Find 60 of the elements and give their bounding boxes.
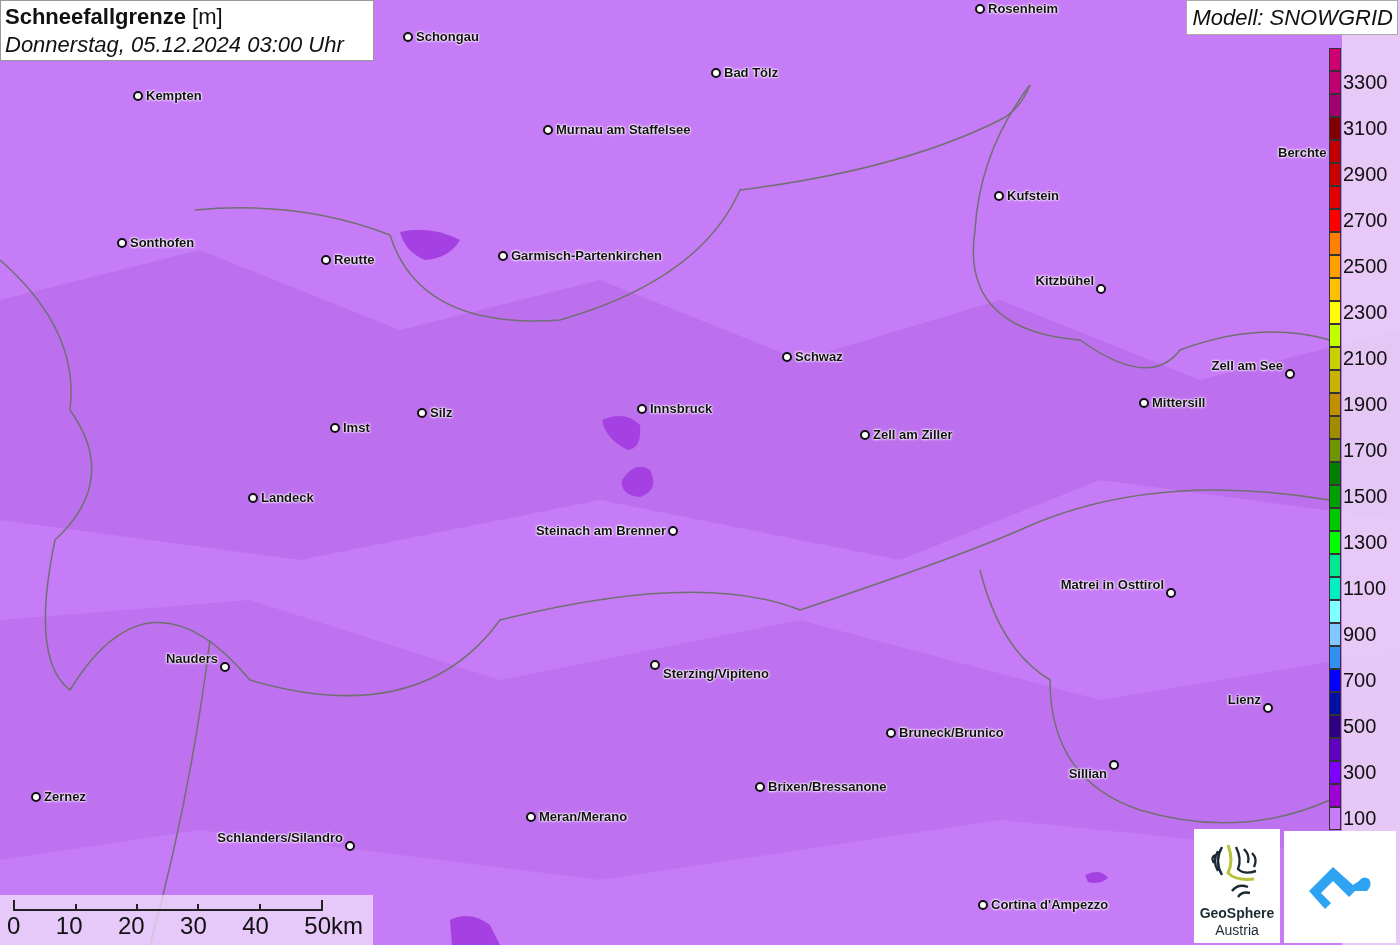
city-label: Kempten [146,87,202,105]
legend-value: 1900 [1343,393,1388,416]
legend-value: 2300 [1343,301,1388,324]
logo-text: GeoSphere [1199,905,1275,922]
scale-label: 0 [7,912,21,940]
legend-value: 2100 [1343,347,1388,370]
logo-subtext: Austria [1215,922,1259,939]
city-label: Schongau [416,28,479,46]
legend-value: 100 [1343,807,1377,830]
city-label: Innsbruck [650,400,713,418]
city-label: Zell am See [1211,357,1283,375]
legend-value: 1100 [1343,577,1386,600]
legend-value: 2700 [1343,209,1388,232]
city-label: Meran/Merano [539,808,628,826]
city-label: Bruneck/Brunico [899,724,1004,742]
city-label: Imst [343,419,370,437]
legend-value: 1300 [1343,531,1388,554]
city-label: Sterzing/Vipiteno [663,665,769,683]
legend-value: 700 [1343,669,1377,692]
unit-label: [m] [192,4,223,29]
legend-value: 1500 [1343,485,1388,508]
scale-label: 30 [180,912,207,940]
scale-label: 50km [304,912,363,940]
city-label: Berchte [1278,144,1327,162]
city-label: Sillian [1068,765,1107,783]
scale-label: 20 [117,912,145,940]
city-label: Garmisch-Partenkirchen [511,247,662,265]
city-label: Cortina d'Ampezzo [991,896,1109,914]
city-label: Kufstein [1007,187,1059,205]
city-label: Lienz [1227,691,1261,709]
legend-value: 2900 [1343,163,1388,186]
legend-value: 3100 [1343,117,1388,140]
city-label: Schlanders/Silandro [217,829,343,847]
city-label: Zernez [44,788,86,806]
model-label: Modell: SNOWGRID [1185,0,1398,35]
legend-value: 900 [1343,623,1377,646]
city-label: Silz [430,404,453,422]
scale-label: 10 [55,912,83,940]
scale-label: 40 [242,912,269,940]
city-label: Nauders [165,650,218,668]
legend-value: 2500 [1343,255,1388,278]
city-label: Bad Tölz [724,64,779,82]
legend-value: 300 [1343,761,1377,784]
forecast-datetime: Donnerstag, 05.12.2024 03:00 Uhr [5,31,346,59]
city-label: Steinach am Brenner [535,522,666,540]
city-label: Sonthofen [130,234,195,252]
city-label: Rosenheim [988,0,1059,18]
city-label: Schwaz [795,348,843,366]
map-title: Schneefallgrenze [5,4,186,29]
city-label: Matrei in Osttirol [1060,576,1164,594]
legend-value: 3300 [1343,71,1388,94]
legend-value: 500 [1343,715,1377,738]
legend-value: 1700 [1343,439,1388,462]
city-label: Zell am Ziller [873,426,953,444]
city-label: Kitzbühel [1035,272,1094,290]
city-label: Murnau am Staffelsee [556,121,691,139]
city-label: Brixen/Bressanone [768,778,887,796]
city-label: Mittersill [1152,394,1206,412]
city-label: Reutte [334,251,375,269]
city-label: Landeck [261,489,314,507]
